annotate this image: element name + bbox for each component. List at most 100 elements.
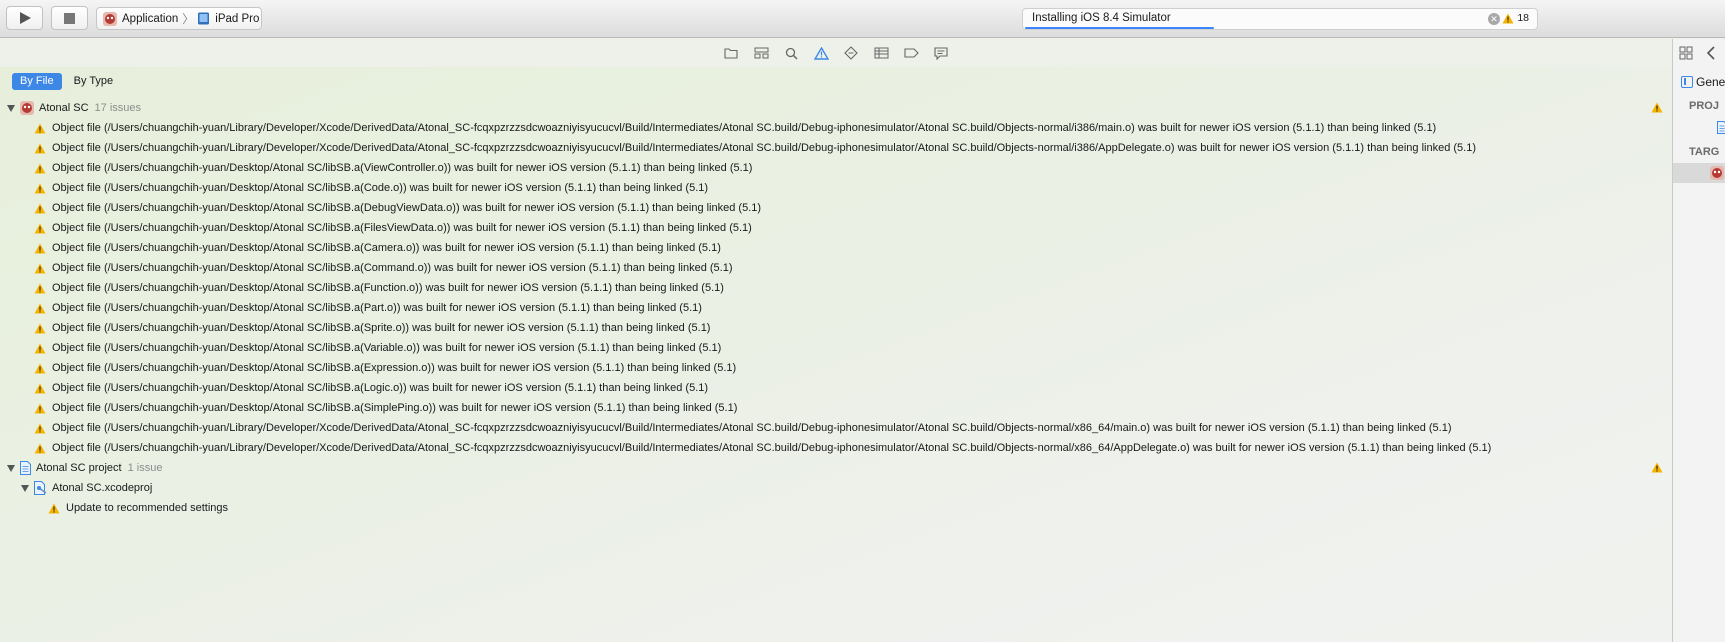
xcodeproj-icon [34,481,47,495]
test-navigator-icon[interactable] [841,43,861,63]
selected-target-row[interactable] [1673,163,1725,183]
issue-message: Object file (/Users/chuangchih-yuan/Desk… [52,242,721,254]
issue-group-row[interactable]: Atonal SC 17 issues [0,98,1672,118]
chevron-left-icon[interactable] [1706,46,1716,60]
issue-row[interactable]: Object file (/Users/chuangchih-yuan/Desk… [0,198,1672,218]
report-navigator-icon[interactable] [931,43,951,63]
warning-icon [34,203,46,213]
activity-progress-bar [1025,27,1214,29]
destination-name[interactable]: iPad Pro [215,13,259,25]
project-file-icon [20,461,31,475]
issue-count: 1 issue [127,462,163,474]
issue-row[interactable]: Object file (/Users/chuangchih-yuan/Desk… [0,238,1672,258]
issue-row[interactable]: Object file (/Users/chuangchih-yuan/Libr… [0,438,1672,458]
targets-section-header: TARG [1689,146,1720,158]
toolbar: Application 〉 iPad Pro Installing iOS 8.… [0,0,1725,38]
scheme-name[interactable]: Application [122,13,178,25]
disclosure-triangle-icon[interactable] [7,104,15,112]
navigator-selector-bar [0,39,1672,67]
warning-icon [48,503,60,513]
warning-icon [1502,13,1514,23]
warning-icon [34,143,46,153]
grid-icon[interactable] [1679,46,1693,60]
issue-row[interactable]: Update to recommended settings [0,498,1672,518]
issue-row[interactable]: Object file (/Users/chuangchih-yuan/Desk… [0,218,1672,238]
app-icon [103,11,117,26]
inspector-toolbar [1673,39,1725,67]
issue-message: Object file (/Users/chuangchih-yuan/Desk… [52,342,722,354]
issue-message: Object file (/Users/chuangchih-yuan/Desk… [52,202,762,214]
issue-row[interactable]: Object file (/Users/chuangchih-yuan/Desk… [0,318,1672,338]
issue-row[interactable]: Object file (/Users/chuangchih-yuan/Desk… [0,178,1672,198]
issue-row[interactable]: Object file (/Users/chuangchih-yuan/Desk… [0,378,1672,398]
issue-message: Object file (/Users/chuangchih-yuan/Libr… [52,122,1437,134]
editor-layout-icon [1681,76,1693,88]
issue-message: Update to recommended settings [66,502,229,514]
issue-message: Object file (/Users/chuangchih-yuan/Desk… [52,362,737,374]
issue-message: Object file (/Users/chuangchih-yuan/Desk… [52,182,709,194]
warning-icon [34,423,46,433]
issue-filter-segmented-control: By File By Type [12,73,125,90]
warning-icon [1651,462,1663,473]
issue-row[interactable]: Object file (/Users/chuangchih-yuan/Libr… [0,418,1672,438]
issue-row[interactable]: Object file (/Users/chuangchih-yuan/Desk… [0,298,1672,318]
issue-message: Object file (/Users/chuangchih-yuan/Desk… [52,382,709,394]
warning-icon [34,263,46,273]
inspector-panel: Gener PROJ TARG [1672,39,1725,642]
symbol-navigator-icon[interactable] [751,43,771,63]
issue-navigator-icon[interactable] [811,43,831,63]
by-type-button[interactable]: By Type [66,73,122,90]
disclosure-triangle-icon[interactable] [21,484,29,492]
warning-icon [34,183,46,193]
warning-icon [34,363,46,373]
warning-icon [34,223,46,233]
scheme-selector[interactable]: Application 〉 iPad Pro [96,7,262,30]
ipad-device-icon [198,12,210,25]
issue-message: Object file (/Users/chuangchih-yuan/Libr… [52,142,1476,154]
warning-icon [34,303,46,313]
project-navigator-icon[interactable] [721,43,741,63]
warning-icon [34,123,46,133]
issue-count: 17 issues [94,102,142,114]
issue-row[interactable]: Object file (/Users/chuangchih-yuan/Desk… [0,358,1672,378]
issue-message: Object file (/Users/chuangchih-yuan/Desk… [52,302,702,314]
activity-viewer: Installing iOS 8.4 Simulator ✕ 18 [1022,8,1538,30]
issue-row[interactable]: Object file (/Users/chuangchih-yuan/Libr… [0,138,1672,158]
stop-icon [64,12,75,24]
activity-status-text: Installing iOS 8.4 Simulator [1032,12,1171,24]
project-file-icon[interactable] [1717,121,1725,134]
project-file-row[interactable]: Atonal SC.xcodeproj [0,478,1672,498]
general-tab[interactable]: Gener [1681,75,1725,89]
warning-count-badge[interactable]: 18 [1502,12,1529,24]
warning-icon [34,243,46,253]
search-icon[interactable] [781,43,801,63]
issue-group-row[interactable]: Atonal SC project 1 issue [0,458,1672,478]
issue-row[interactable]: Object file (/Users/chuangchih-yuan/Desk… [0,258,1672,278]
warning-icon [1651,102,1663,113]
debug-navigator-icon[interactable] [871,43,891,63]
issue-row[interactable]: Object file (/Users/chuangchih-yuan/Desk… [0,158,1672,178]
issue-row[interactable]: Object file (/Users/chuangchih-yuan/Libr… [0,118,1672,138]
project-section-header: PROJ [1689,100,1719,112]
issue-list: Atonal SC 17 issues Object file (/Users/ch… [0,98,1672,518]
issue-message: Object file (/Users/chuangchih-yuan/Desk… [52,402,738,414]
breakpoint-navigator-icon[interactable] [901,43,921,63]
cancel-icon[interactable]: ✕ [1488,13,1500,25]
issue-message: Object file (/Users/chuangchih-yuan/Desk… [52,262,733,274]
issue-message: Object file (/Users/chuangchih-yuan/Libr… [52,442,1492,454]
warning-icon [34,323,46,333]
warning-icon [34,443,46,453]
general-tab-label: Gener [1696,75,1725,89]
issue-message: Object file (/Users/chuangchih-yuan/Libr… [52,422,1452,434]
group-name: Atonal SC [39,102,89,114]
issue-row[interactable]: Object file (/Users/chuangchih-yuan/Desk… [0,278,1672,298]
issue-row[interactable]: Object file (/Users/chuangchih-yuan/Desk… [0,398,1672,418]
issue-row[interactable]: Object file (/Users/chuangchih-yuan/Desk… [0,338,1672,358]
by-file-button[interactable]: By File [12,73,62,90]
disclosure-triangle-icon[interactable] [7,464,15,472]
issue-message: Object file (/Users/chuangchih-yuan/Desk… [52,222,752,234]
issue-message: Object file (/Users/chuangchih-yuan/Desk… [52,162,753,174]
stop-button[interactable] [51,6,88,30]
group-name: Atonal SC project [36,462,122,474]
run-button[interactable] [6,6,43,30]
